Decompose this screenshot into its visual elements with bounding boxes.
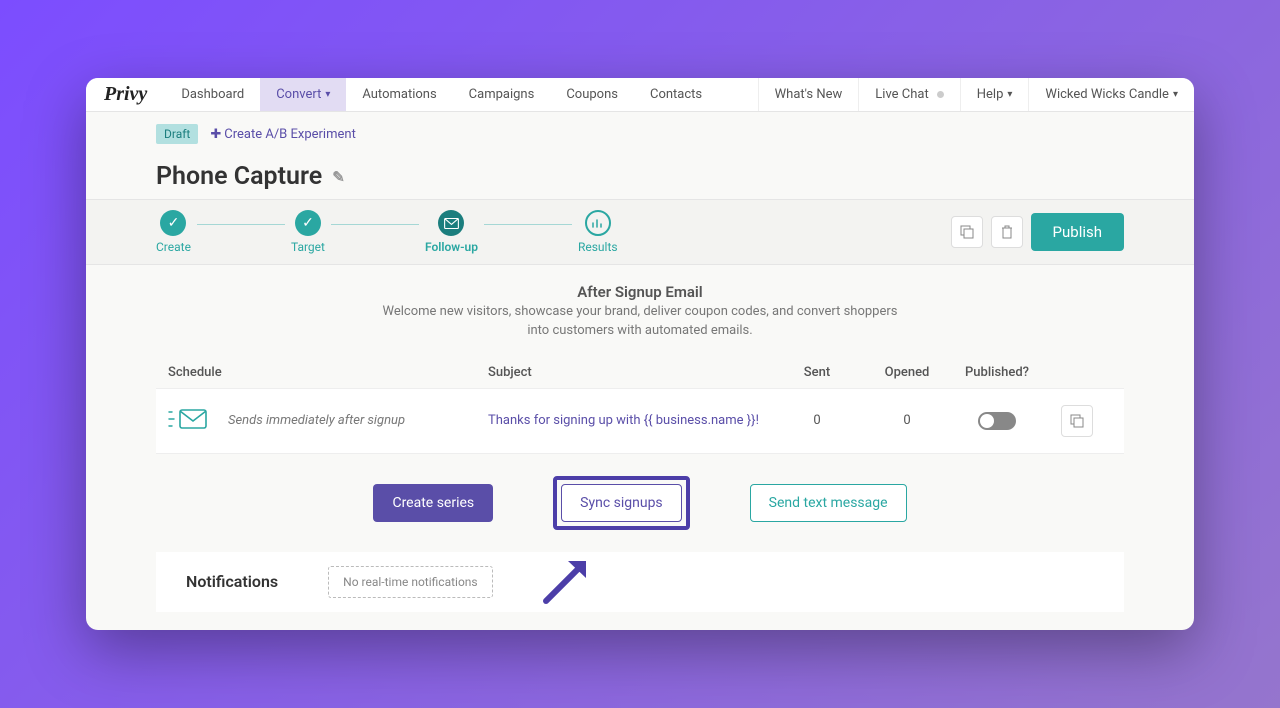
status-badge: Draft <box>156 124 198 144</box>
col-sent: Sent <box>772 365 862 380</box>
mail-icon <box>438 210 464 236</box>
nav-contacts[interactable]: Contacts <box>634 78 718 111</box>
schedule-text: Sends immediately after signup <box>228 413 405 428</box>
nav-whats-new[interactable]: What's New <box>758 78 859 111</box>
duplicate-row-button[interactable] <box>1061 405 1093 437</box>
table-header-row: Schedule Subject Sent Opened Published? <box>156 357 1124 389</box>
published-toggle[interactable] <box>978 412 1016 430</box>
status-dot-icon <box>937 91 944 98</box>
logo[interactable]: Privy <box>86 78 165 111</box>
chevron-down-icon: ▾ <box>1173 89 1178 100</box>
delete-button[interactable] <box>991 216 1023 248</box>
sync-signups-button[interactable]: Sync signups <box>561 484 682 522</box>
notifications-section: Notifications No real-time notifications <box>156 552 1124 612</box>
nav-automations[interactable]: Automations <box>346 78 452 111</box>
opened-count: 0 <box>862 413 952 428</box>
nav-convert[interactable]: Convert▾ <box>260 78 346 111</box>
nav-campaigns[interactable]: Campaigns <box>453 78 551 111</box>
chart-icon <box>585 210 611 236</box>
intro-block: After Signup Email Welcome new visitors,… <box>86 265 1194 357</box>
step-results[interactable]: Results <box>578 210 618 254</box>
nav-coupons[interactable]: Coupons <box>550 78 634 111</box>
app-window: Privy Dashboard Convert▾ Automations Cam… <box>86 78 1194 630</box>
step-target[interactable]: ✓ Target <box>291 210 325 254</box>
step-create[interactable]: ✓ Create <box>156 210 191 254</box>
email-send-icon <box>168 407 210 435</box>
step-follow-up[interactable]: Follow-up <box>425 210 478 254</box>
nav-live-chat[interactable]: Live Chat <box>858 78 959 111</box>
table-row: Sends immediately after signup Thanks fo… <box>156 389 1124 454</box>
create-series-button[interactable]: Create series <box>373 484 493 522</box>
col-published: Published? <box>952 365 1042 380</box>
publish-button[interactable]: Publish <box>1031 213 1124 251</box>
plus-icon: ✚ <box>210 127 221 142</box>
edit-icon[interactable]: ✎ <box>332 168 345 186</box>
create-ab-experiment-link[interactable]: ✚ Create A/B Experiment <box>210 127 355 142</box>
notifications-title: Notifications <box>186 572 278 591</box>
check-icon: ✓ <box>160 210 186 236</box>
notifications-empty-box[interactable]: No real-time notifications <box>328 566 492 598</box>
section-title: After Signup Email <box>156 283 1124 301</box>
top-nav: Privy Dashboard Convert▾ Automations Cam… <box>86 78 1194 112</box>
highlight-annotation: Sync signups <box>553 476 690 530</box>
stepper-actions: Publish <box>951 213 1124 251</box>
stepper: ✓ Create ✓ Target Follow-up Results <box>156 210 618 254</box>
nav-dashboard[interactable]: Dashboard <box>165 78 260 111</box>
check-icon: ✓ <box>295 210 321 236</box>
chevron-down-icon: ▾ <box>1007 89 1012 100</box>
email-table: Schedule Subject Sent Opened Published? … <box>156 357 1124 454</box>
send-text-message-button[interactable]: Send text message <box>750 484 907 522</box>
nav-left: Dashboard Convert▾ Automations Campaigns… <box>165 78 718 111</box>
page-title: Phone Capture ✎ <box>156 162 1124 191</box>
page-header: Draft ✚ Create A/B Experiment Phone Capt… <box>86 112 1194 199</box>
chevron-down-icon: ▾ <box>325 89 330 100</box>
col-opened: Opened <box>862 365 952 380</box>
col-schedule: Schedule <box>168 365 488 380</box>
action-buttons-row: Create series Sync signups Send text mes… <box>86 454 1194 552</box>
nav-help[interactable]: Help▾ <box>960 78 1029 111</box>
duplicate-button[interactable] <box>951 216 983 248</box>
nav-account[interactable]: Wicked Wicks Candle▾ <box>1028 78 1194 111</box>
stepper-bar: ✓ Create ✓ Target Follow-up Results <box>86 199 1194 265</box>
sent-count: 0 <box>772 413 862 428</box>
nav-right: What's New Live Chat Help▾ Wicked Wicks … <box>758 78 1194 111</box>
col-subject: Subject <box>488 365 772 380</box>
email-subject-link[interactable]: Thanks for signing up with {{ business.n… <box>488 413 772 428</box>
schedule-cell: Sends immediately after signup <box>168 407 488 435</box>
section-description: Welcome new visitors, showcase your bran… <box>380 303 900 341</box>
